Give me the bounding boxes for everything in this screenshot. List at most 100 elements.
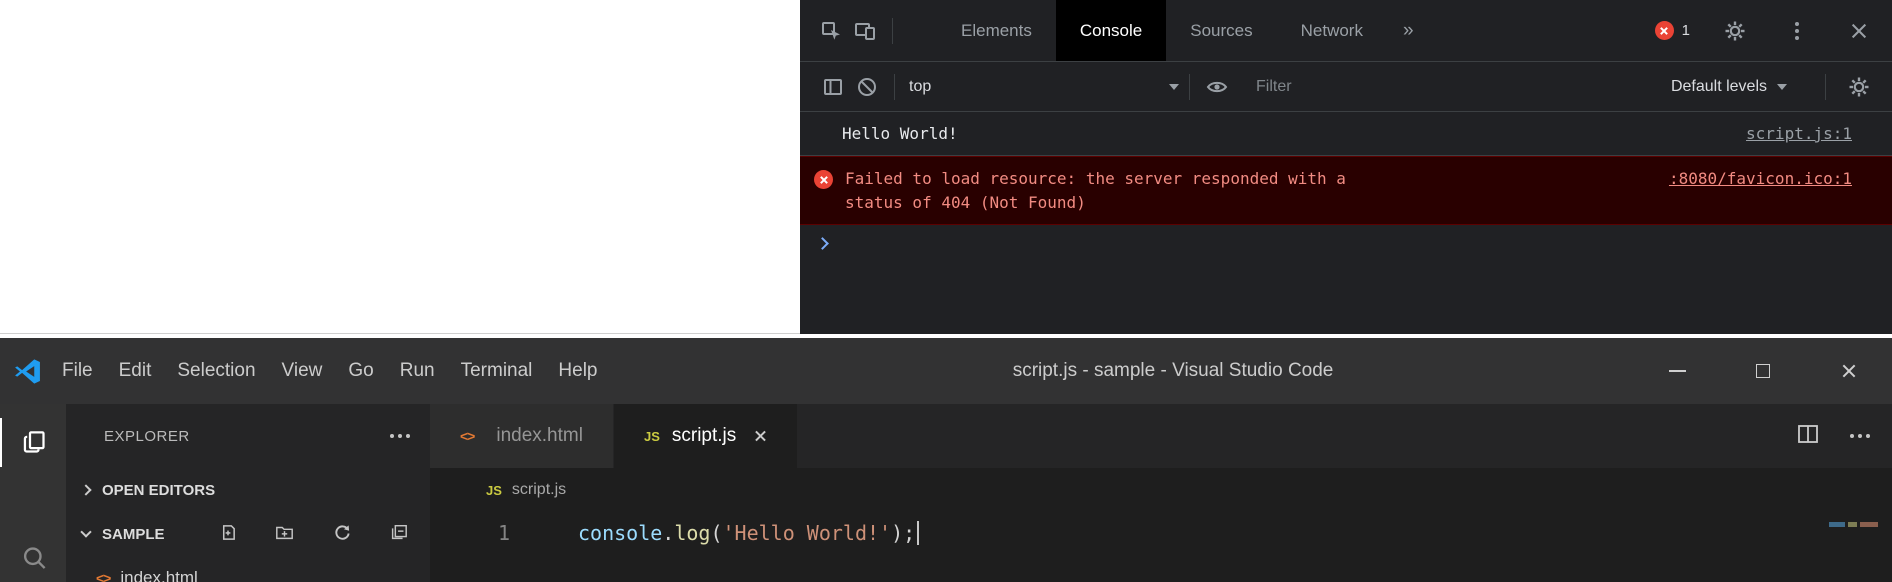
explorer-more-actions-button[interactable] <box>390 434 410 438</box>
close-tab-button[interactable] <box>754 430 767 443</box>
activity-search-button[interactable] <box>0 533 66 582</box>
search-icon <box>21 545 47 571</box>
open-editors-section[interactable]: OPEN EDITORS <box>66 468 430 512</box>
folder-section-sample[interactable]: SAMPLE <box>66 512 430 556</box>
device-toolbar-button[interactable] <box>848 14 882 48</box>
devtools-tab-sources[interactable]: Sources <box>1166 0 1276 61</box>
collapse-all-icon <box>389 523 408 542</box>
new-file-icon <box>219 523 237 541</box>
token: 'Hello World!' <box>723 521 892 545</box>
console-source-link[interactable]: :8080/favicon.ico:1 <box>1669 167 1852 191</box>
chevron-down-icon <box>1169 84 1179 90</box>
tab-index-html[interactable]: <> index.html <box>430 404 614 468</box>
menu-view[interactable]: View <box>269 338 336 404</box>
menu-terminal[interactable]: Terminal <box>448 338 546 404</box>
html-file-icon: <> <box>96 570 110 582</box>
split-editor-button[interactable] <box>1796 423 1820 450</box>
divider <box>892 18 893 44</box>
close-icon <box>1850 22 1868 40</box>
devtools-close-button[interactable] <box>1842 14 1876 48</box>
explorer-icon <box>21 429 48 456</box>
new-file-button[interactable] <box>219 523 237 545</box>
sidebar-header: EXPLORER <box>66 404 430 468</box>
minimap[interactable] <box>1829 522 1878 527</box>
refresh-icon <box>332 523 351 542</box>
devtools-tab-network[interactable]: Network <box>1277 0 1387 61</box>
new-folder-icon <box>275 523 294 542</box>
devtools-tabs: Elements Console Sources Network » <box>937 0 1430 61</box>
devtools-tab-elements[interactable]: Elements <box>937 0 1056 61</box>
menu-selection[interactable]: Selection <box>164 338 268 404</box>
browser-window: Elements Console Sources Network » 1 <box>0 0 1892 334</box>
editor-actions <box>1796 404 1892 468</box>
menu-file[interactable]: File <box>49 338 106 404</box>
divider <box>1189 74 1190 100</box>
menu-go[interactable]: Go <box>335 338 386 404</box>
error-icon <box>1655 21 1674 40</box>
log-message-text: Hello World! <box>842 122 1716 146</box>
minimize-button[interactable] <box>1634 338 1720 404</box>
maximize-icon <box>1756 364 1770 378</box>
clear-console-button[interactable] <box>850 70 884 104</box>
sidebar-panel-icon <box>822 76 844 98</box>
eye-icon <box>1206 77 1228 97</box>
console-prompt[interactable] <box>800 225 1892 248</box>
console-sidebar-button[interactable] <box>816 70 850 104</box>
devtools-tabbar: Elements Console Sources Network » 1 <box>800 0 1892 62</box>
editor-tabs: <> index.html JS script.js <box>430 404 1892 468</box>
refresh-explorer-button[interactable] <box>332 523 351 546</box>
console-settings-button[interactable] <box>1842 70 1876 104</box>
maximize-button[interactable] <box>1720 338 1806 404</box>
error-icon <box>814 170 833 189</box>
devtools-menu-button[interactable] <box>1780 14 1814 48</box>
more-tabs-button[interactable]: » <box>1387 0 1430 61</box>
explorer-sidebar: EXPLORER OPEN EDITORS SAMPLE <box>66 404 430 582</box>
breadcrumb[interactable]: JS script.js <box>430 468 1892 512</box>
editor-more-actions-button[interactable] <box>1850 434 1870 438</box>
browser-page <box>0 0 800 334</box>
menu-run[interactable]: Run <box>387 338 448 404</box>
block-icon <box>856 76 878 98</box>
console-source-link[interactable]: script.js:1 <box>1746 122 1852 146</box>
vscode-window: File Edit Selection View Go Run Terminal… <box>0 338 1892 582</box>
console-message-error: Failed to load resource: the server resp… <box>800 156 1892 225</box>
console-filter-input[interactable] <box>1256 78 1649 96</box>
code-editor[interactable]: 1 console.log('Hello World!'); <box>430 512 1892 582</box>
activity-bar <box>0 404 66 582</box>
devtools-tab-console[interactable]: Console <box>1056 0 1166 61</box>
token: ( <box>710 521 722 545</box>
log-levels-label: Default levels <box>1671 78 1767 96</box>
menu-edit[interactable]: Edit <box>106 338 165 404</box>
gear-icon <box>1724 20 1746 42</box>
token: ; <box>903 521 915 545</box>
live-expression-button[interactable] <box>1200 70 1234 104</box>
js-file-icon: JS <box>644 429 660 444</box>
js-file-icon: JS <box>486 483 502 498</box>
token: ) <box>891 521 903 545</box>
chevron-down-icon <box>80 526 91 537</box>
console-context-dropdown[interactable]: top <box>909 78 1179 96</box>
activity-explorer-button[interactable] <box>0 418 66 467</box>
kebab-menu-icon <box>1795 22 1799 40</box>
collapse-folders-button[interactable] <box>389 523 408 546</box>
console-error-badge[interactable]: 1 <box>1655 21 1690 40</box>
devtools-settings-button[interactable] <box>1718 14 1752 48</box>
screen: Elements Console Sources Network » 1 <box>0 0 1892 582</box>
log-levels-dropdown[interactable]: Default levels <box>1671 78 1787 96</box>
vscode-logo <box>14 358 41 385</box>
inspect-element-button[interactable] <box>814 14 848 48</box>
sidebar-title: EXPLORER <box>104 428 190 445</box>
minimize-icon <box>1669 370 1686 372</box>
close-button[interactable] <box>1806 338 1892 404</box>
file-item-index-html[interactable]: <> index.html <box>66 556 430 582</box>
window-controls <box>1634 338 1892 404</box>
gear-icon <box>1848 76 1870 98</box>
text-cursor <box>917 521 919 545</box>
menu-help[interactable]: Help <box>545 338 610 404</box>
open-editors-label: OPEN EDITORS <box>102 482 215 499</box>
error-message-text: Failed to load resource: the server resp… <box>845 167 1384 215</box>
chevron-down-icon <box>1777 84 1787 90</box>
workbench: EXPLORER OPEN EDITORS SAMPLE <box>0 404 1892 582</box>
tab-script-js[interactable]: JS script.js <box>614 404 798 468</box>
new-folder-button[interactable] <box>275 523 294 546</box>
